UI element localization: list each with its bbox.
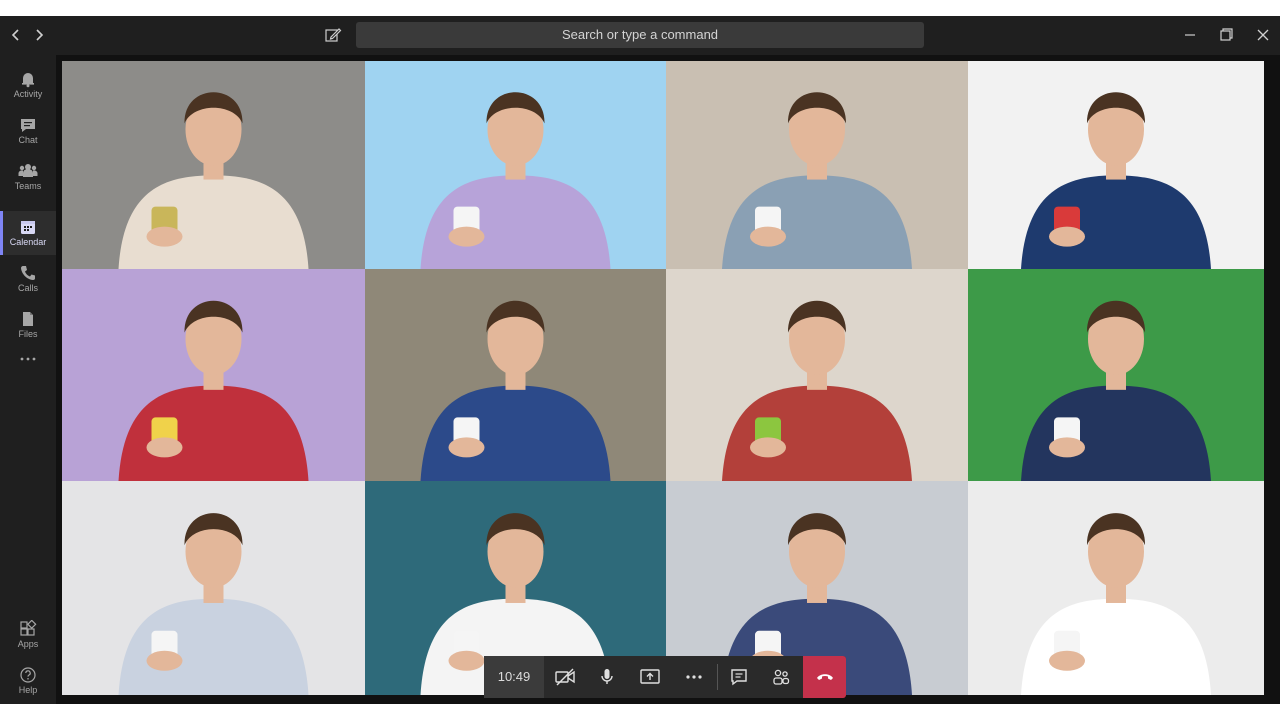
more-icon (20, 357, 36, 361)
participant-video[interactable] (968, 61, 1264, 269)
title-bar: Search or type a command (0, 16, 1280, 55)
teams-icon (18, 164, 38, 177)
close-button[interactable] (1252, 24, 1274, 46)
participant-video[interactable] (666, 269, 968, 481)
more-actions-button[interactable] (673, 656, 715, 698)
mic-toggle-button[interactable] (586, 656, 628, 698)
participant-photo (968, 61, 1264, 269)
help-icon (20, 667, 36, 683)
rail-item-activity[interactable]: Activity (0, 63, 56, 107)
chat-icon (21, 119, 35, 132)
rail-item-calendar[interactable]: Calendar (0, 211, 56, 255)
microphone-icon (601, 669, 613, 684)
share-screen-icon (640, 669, 660, 684)
chat-panel-button[interactable] (718, 656, 760, 698)
participant-photo (666, 269, 968, 481)
participant-video[interactable] (968, 269, 1264, 481)
participant-video[interactable] (666, 61, 968, 269)
phone-icon (21, 266, 35, 280)
minimize-button[interactable] (1179, 24, 1201, 46)
participant-photo (968, 481, 1264, 695)
compose-icon[interactable] (324, 26, 342, 44)
camera-toggle-button[interactable] (544, 656, 586, 698)
participant-photo (62, 269, 365, 481)
rail-label: Chat (18, 135, 38, 145)
rail-item-calls[interactable]: Calls (0, 257, 56, 301)
forward-button[interactable] (31, 26, 47, 44)
calendar-icon (21, 221, 35, 234)
hang-up-button[interactable] (803, 656, 846, 698)
rail-label: Help (18, 685, 38, 695)
participant-video[interactable] (62, 481, 365, 695)
hang-up-icon (816, 674, 833, 680)
rail-item-help[interactable]: Help (0, 659, 56, 703)
participant-video[interactable] (365, 61, 666, 269)
video-grid (56, 55, 1280, 704)
camera-off-icon (555, 668, 575, 686)
rail-label: Apps (17, 639, 39, 649)
rail-item-files[interactable]: Files (0, 303, 56, 347)
participant-video[interactable] (62, 61, 365, 269)
rail-item-chat[interactable]: Chat (0, 109, 56, 153)
participant-video[interactable] (62, 269, 365, 481)
bell-icon (22, 73, 34, 88)
participant-photo (365, 61, 666, 269)
app-rail: Activity Chat Teams Calendar Calls Files… (0, 55, 56, 704)
rail-label: Teams (14, 181, 42, 191)
call-timer: 10:49 (484, 656, 544, 698)
participants-icon (773, 669, 790, 685)
rail-label: Calendar (9, 237, 47, 247)
participant-photo (62, 481, 365, 695)
rail-item-apps[interactable]: Apps (0, 613, 56, 657)
chat-icon (731, 669, 747, 686)
share-screen-button[interactable] (629, 656, 671, 698)
files-icon (23, 312, 33, 326)
apps-icon (20, 620, 37, 636)
rail-label: Calls (17, 283, 38, 293)
teams-window: Search or type a command Activity Chat T… (0, 16, 1280, 704)
call-controls: 10:49 (484, 656, 846, 698)
participant-video[interactable] (968, 481, 1264, 695)
participants-button[interactable] (760, 656, 802, 698)
participant-photo (365, 269, 666, 481)
restore-button[interactable] (1215, 24, 1237, 46)
participant-photo (62, 61, 365, 269)
rail-label: Files (18, 329, 38, 339)
rail-item-teams[interactable]: Teams (0, 155, 56, 199)
more-icon (686, 675, 702, 679)
search-input[interactable]: Search or type a command (356, 22, 924, 48)
participant-photo (666, 61, 968, 269)
back-button[interactable] (8, 26, 24, 44)
participant-video[interactable] (365, 269, 666, 481)
participant-photo (968, 269, 1264, 481)
more-apps-button[interactable] (0, 347, 56, 373)
rail-label: Activity (13, 89, 43, 99)
